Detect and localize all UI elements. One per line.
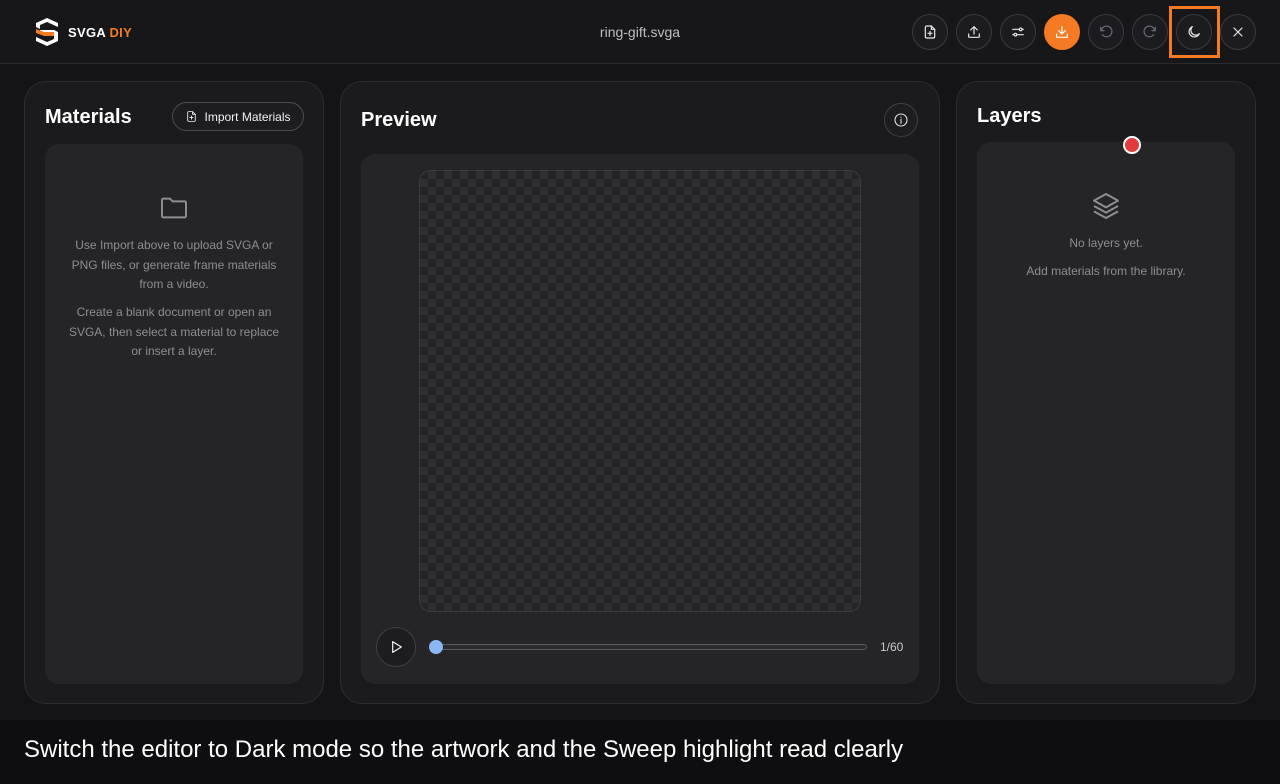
materials-title: Materials [45, 106, 132, 128]
preview-panel: Preview 1/60 [340, 81, 940, 704]
sliders-icon [1012, 27, 1024, 37]
import-materials-label: Import Materials [204, 109, 291, 124]
cursor-marker [1123, 136, 1141, 154]
layers-stack-icon [1093, 193, 1119, 219]
layers-panel: Layers No layers yet. Add materials from… [956, 81, 1256, 704]
file-import-icon [187, 111, 197, 122]
preview-title: Preview [361, 109, 437, 131]
layers-empty-area: No layers yet. Add materials from the li… [977, 142, 1235, 684]
upload-icon [968, 26, 980, 38]
play-icon [392, 641, 402, 653]
settings-button[interactable] [1000, 14, 1036, 50]
materials-empty-text-2: Create a blank document or open an SVGA,… [68, 305, 280, 358]
timeline-slider[interactable] [436, 644, 867, 650]
info-icon [894, 113, 908, 127]
folder-icon [161, 197, 187, 219]
download-button[interactable] [1044, 14, 1080, 50]
layers-empty-hint: Add materials from the library. [1026, 264, 1186, 278]
import-materials-button[interactable]: Import Materials [172, 102, 304, 131]
upload-button[interactable] [956, 14, 992, 50]
top-bar: SVGA DIY ring-gift.svga [0, 0, 1280, 64]
download-icon [1056, 26, 1068, 38]
redo-button[interactable] [1132, 14, 1168, 50]
materials-panel: Materials Import Materials Use Import ab… [24, 81, 324, 704]
preview-canvas[interactable] [419, 170, 861, 612]
undo-icon [1100, 25, 1113, 38]
close-button[interactable] [1220, 14, 1256, 50]
close-icon [1233, 27, 1243, 37]
new-file-button[interactable] [912, 14, 948, 50]
instruction-caption: Switch the editor to Dark mode so the ar… [24, 736, 904, 763]
redo-icon [1143, 25, 1156, 38]
materials-empty-text-1: Use Import above to upload SVGA or PNG f… [71, 238, 277, 291]
layers-title: Layers [977, 105, 1042, 127]
highlight-box [1169, 6, 1220, 58]
file-plus-icon [924, 25, 936, 39]
timeline-thumb[interactable] [429, 640, 443, 654]
undo-button[interactable] [1088, 14, 1124, 50]
info-button[interactable] [884, 103, 918, 137]
frame-counter: 1/60 [880, 640, 904, 654]
materials-empty-area: Use Import above to upload SVGA or PNG f… [45, 144, 303, 684]
preview-stage: 1/60 [361, 154, 919, 684]
layers-empty-title: No layers yet. [1069, 236, 1143, 250]
play-button[interactable] [376, 627, 416, 667]
